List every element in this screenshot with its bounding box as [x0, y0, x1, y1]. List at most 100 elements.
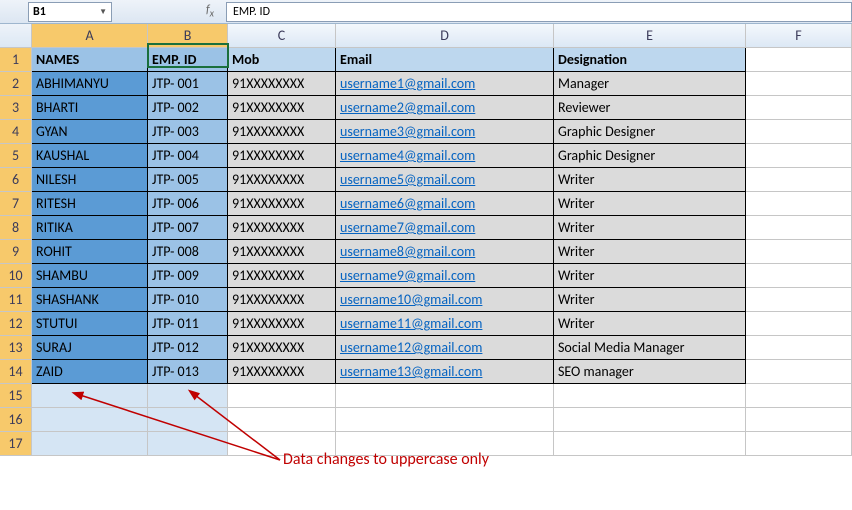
cell-E15[interactable] — [554, 384, 746, 408]
cell-E8[interactable]: Writer — [554, 216, 746, 240]
cell-B4[interactable]: JTP- 003 — [148, 120, 228, 144]
cell-A5[interactable]: KAUSHAL — [32, 144, 148, 168]
cell-D8[interactable]: username7@gmail.com — [336, 216, 554, 240]
cell-A12[interactable]: STUTUI — [32, 312, 148, 336]
cell-F14[interactable] — [746, 360, 852, 384]
cell-D9[interactable]: username8@gmail.com — [336, 240, 554, 264]
cell-F11[interactable] — [746, 288, 852, 312]
cell-F4[interactable] — [746, 120, 852, 144]
cell-D3[interactable]: username2@gmail.com — [336, 96, 554, 120]
col-header-E[interactable]: E — [554, 24, 746, 48]
row-header-5[interactable]: 5 — [0, 144, 32, 168]
email-link[interactable]: username11@gmail.com — [340, 315, 482, 332]
cell-F12[interactable] — [746, 312, 852, 336]
cell-B12[interactable]: JTP- 011 — [148, 312, 228, 336]
cell-F1[interactable] — [746, 48, 852, 72]
cell-C14[interactable]: 91XXXXXXXX — [228, 360, 336, 384]
row-header-12[interactable]: 12 — [0, 312, 32, 336]
cell-B14[interactable]: JTP- 013 — [148, 360, 228, 384]
name-box[interactable]: B1 ▼ — [28, 2, 112, 22]
cell-C5[interactable]: 91XXXXXXXX — [228, 144, 336, 168]
name-box-dropdown-icon[interactable]: ▼ — [99, 7, 107, 17]
cell-C6[interactable]: 91XXXXXXXX — [228, 168, 336, 192]
col-header-A[interactable]: A — [32, 24, 148, 48]
cell-F16[interactable] — [746, 408, 852, 432]
cell-E1[interactable]: Designation — [554, 48, 746, 72]
cell-B7[interactable]: JTP- 006 — [148, 192, 228, 216]
cell-A4[interactable]: GYAN — [32, 120, 148, 144]
email-link[interactable]: username3@gmail.com — [340, 123, 475, 140]
email-link[interactable]: username10@gmail.com — [340, 291, 482, 308]
email-link[interactable]: username13@gmail.com — [340, 363, 482, 380]
cell-E5[interactable]: Graphic Designer — [554, 144, 746, 168]
cell-A7[interactable]: RITESH — [32, 192, 148, 216]
cell-C15[interactable] — [228, 384, 336, 408]
cell-F2[interactable] — [746, 72, 852, 96]
cell-C9[interactable]: 91XXXXXXXX — [228, 240, 336, 264]
cell-C4[interactable]: 91XXXXXXXX — [228, 120, 336, 144]
row-header-14[interactable]: 14 — [0, 360, 32, 384]
row-header-10[interactable]: 10 — [0, 264, 32, 288]
col-header-D[interactable]: D — [336, 24, 554, 48]
row-header-1[interactable]: 1 — [0, 48, 32, 72]
email-link[interactable]: username1@gmail.com — [340, 75, 475, 92]
cell-B1[interactable]: EMP. ID — [148, 48, 228, 72]
col-header-F[interactable]: F — [746, 24, 852, 48]
cell-B10[interactable]: JTP- 009 — [148, 264, 228, 288]
cell-A17[interactable] — [32, 432, 148, 456]
row-header-3[interactable]: 3 — [0, 96, 32, 120]
row-header-13[interactable]: 13 — [0, 336, 32, 360]
cell-E17[interactable] — [554, 432, 746, 456]
cell-D4[interactable]: username3@gmail.com — [336, 120, 554, 144]
cell-A16[interactable] — [32, 408, 148, 432]
cell-D2[interactable]: username1@gmail.com — [336, 72, 554, 96]
cell-D15[interactable] — [336, 384, 554, 408]
cell-A1[interactable]: NAMES — [32, 48, 148, 72]
row-header-8[interactable]: 8 — [0, 216, 32, 240]
cell-E12[interactable]: Writer — [554, 312, 746, 336]
row-header-2[interactable]: 2 — [0, 72, 32, 96]
cell-B2[interactable]: JTP- 001 — [148, 72, 228, 96]
cell-B8[interactable]: JTP- 007 — [148, 216, 228, 240]
cell-C16[interactable] — [228, 408, 336, 432]
cell-F5[interactable] — [746, 144, 852, 168]
cell-B9[interactable]: JTP- 008 — [148, 240, 228, 264]
cell-B15[interactable] — [148, 384, 228, 408]
cell-C1[interactable]: Mob — [228, 48, 336, 72]
row-header-16[interactable]: 16 — [0, 408, 32, 432]
cell-F6[interactable] — [746, 168, 852, 192]
cell-C12[interactable]: 91XXXXXXXX — [228, 312, 336, 336]
email-link[interactable]: username8@gmail.com — [340, 243, 475, 260]
row-header-7[interactable]: 7 — [0, 192, 32, 216]
row-header-4[interactable]: 4 — [0, 120, 32, 144]
cell-B11[interactable]: JTP- 010 — [148, 288, 228, 312]
cell-F13[interactable] — [746, 336, 852, 360]
row-header-15[interactable]: 15 — [0, 384, 32, 408]
cell-E4[interactable]: Graphic Designer — [554, 120, 746, 144]
cell-D11[interactable]: username10@gmail.com — [336, 288, 554, 312]
cell-A11[interactable]: SHASHANK — [32, 288, 148, 312]
row-header-17[interactable]: 17 — [0, 432, 32, 456]
cell-F8[interactable] — [746, 216, 852, 240]
email-link[interactable]: username2@gmail.com — [340, 99, 475, 116]
cell-E10[interactable]: Writer — [554, 264, 746, 288]
email-link[interactable]: username6@gmail.com — [340, 195, 475, 212]
fx-icon[interactable]: fx — [202, 3, 218, 19]
cell-E16[interactable] — [554, 408, 746, 432]
cell-C11[interactable]: 91XXXXXXXX — [228, 288, 336, 312]
cell-B16[interactable] — [148, 408, 228, 432]
cell-B17[interactable] — [148, 432, 228, 456]
cell-B6[interactable]: JTP- 005 — [148, 168, 228, 192]
email-link[interactable]: username9@gmail.com — [340, 267, 475, 284]
cell-D6[interactable]: username5@gmail.com — [336, 168, 554, 192]
cell-D1[interactable]: Email — [336, 48, 554, 72]
row-header-11[interactable]: 11 — [0, 288, 32, 312]
cell-C2[interactable]: 91XXXXXXXX — [228, 72, 336, 96]
spreadsheet-grid[interactable]: ABCDEF1NAMESEMP. IDMobEmailDesignation2A… — [0, 24, 852, 456]
cell-A2[interactable]: ABHIMANYU — [32, 72, 148, 96]
cell-F15[interactable] — [746, 384, 852, 408]
email-link[interactable]: username5@gmail.com — [340, 171, 475, 188]
cell-D16[interactable] — [336, 408, 554, 432]
cell-F10[interactable] — [746, 264, 852, 288]
col-header-C[interactable]: C — [228, 24, 336, 48]
